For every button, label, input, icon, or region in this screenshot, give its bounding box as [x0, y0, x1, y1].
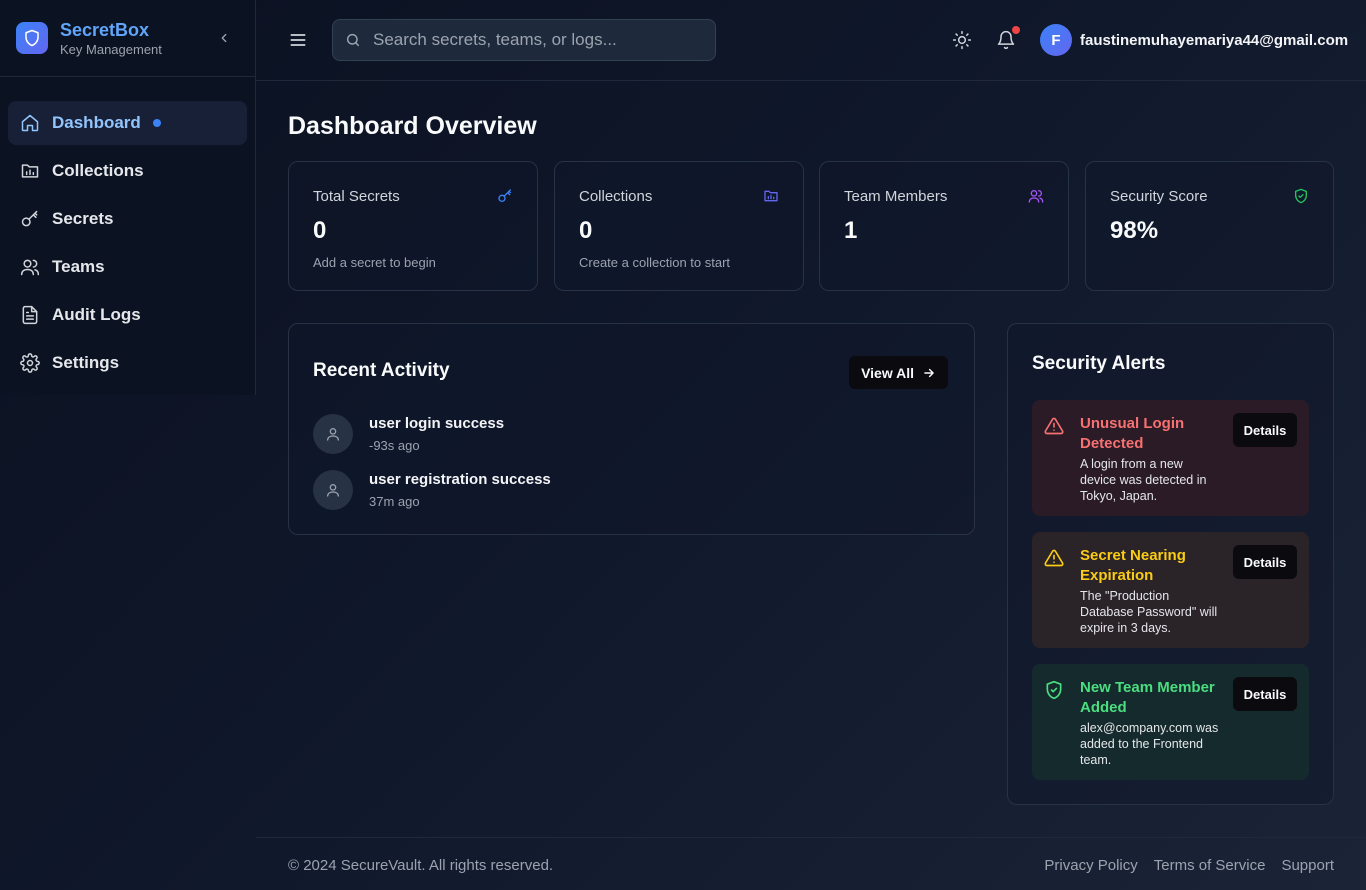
footer: © 2024 SecureVault. All rights reserved.…	[256, 837, 1366, 890]
active-indicator-dot	[152, 119, 161, 127]
alert-item-secret-expiration: Secret Nearing Expiration The "Productio…	[1032, 532, 1309, 648]
user-icon	[313, 470, 353, 510]
alert-title: New Team Member Added	[1080, 679, 1215, 716]
sidebar-item-label: Dashboard	[52, 113, 141, 132]
list-item: user login success -93s ago	[313, 414, 551, 454]
stat-card-total-secrets: Total Secrets 0 Add a secret to begin	[288, 161, 538, 291]
sidebar-item-label: Audit Logs	[52, 305, 141, 324]
stat-subtext: Create a collection to start	[579, 255, 731, 270]
activity-title: user registration success	[369, 471, 551, 488]
stat-value: 1	[844, 217, 858, 244]
stat-label: Total Secrets	[313, 188, 400, 205]
alert-item-new-team-member: New Team Member Added alex@company.com w…	[1032, 664, 1309, 780]
view-all-label: View All	[861, 364, 914, 381]
user-email: faustinemuhayemariya44@gmail.com	[1080, 31, 1349, 49]
sidebar-nav: Dashboard Collections Secrets Teams Audi…	[0, 77, 255, 385]
recent-activity-title: Recent Activity	[313, 360, 450, 381]
alert-description: alex@company.com was added to the Fronte…	[1080, 721, 1219, 767]
collapse-sidebar-chevron-left-icon[interactable]	[215, 29, 233, 47]
stat-label: Collections	[579, 188, 653, 205]
gear-icon	[20, 353, 40, 373]
shield-check-icon	[1044, 680, 1064, 700]
sidebar: SecretBox Key Management Dashboard Colle…	[0, 0, 256, 395]
brand: SecretBox Key Management	[0, 0, 255, 77]
search-icon	[345, 32, 361, 48]
warning-icon	[1044, 416, 1064, 436]
support-link[interactable]: Support	[1281, 857, 1334, 874]
sidebar-item-secrets[interactable]: Secrets	[8, 197, 247, 241]
stat-value: 0	[313, 217, 327, 244]
privacy-policy-link[interactable]: Privacy Policy	[1044, 857, 1137, 874]
alert-title: Unusual Login Detected	[1080, 415, 1185, 452]
brand-subtitle: Key Management	[60, 41, 162, 57]
details-button[interactable]: Details	[1233, 677, 1297, 711]
top-header: F faustinemuhayemariya44@gmail.com	[256, 0, 1366, 81]
activity-time: 37m ago	[369, 494, 420, 509]
footer-links: Privacy Policy Terms of Service Support	[1028, 857, 1334, 874]
avatar: F	[1040, 24, 1072, 56]
security-alerts-title: Security Alerts	[1032, 353, 1166, 374]
activity-list: user login success -93s ago user registr…	[313, 414, 551, 526]
warning-icon	[1044, 548, 1064, 568]
recent-activity-card: Recent Activity View All user login succ…	[288, 323, 975, 535]
user-icon	[313, 414, 353, 454]
users-icon	[1028, 188, 1044, 204]
terms-of-service-link[interactable]: Terms of Service	[1154, 857, 1266, 874]
key-icon	[20, 209, 40, 229]
users-icon	[20, 257, 40, 277]
sidebar-item-label: Collections	[52, 161, 144, 180]
view-all-button[interactable]: View All	[849, 356, 948, 389]
sidebar-item-audit-logs[interactable]: Audit Logs	[8, 293, 247, 337]
shield-check-icon	[1293, 188, 1309, 204]
file-text-icon	[20, 305, 40, 325]
brand-name: SecretBox	[60, 19, 150, 40]
stat-card-collections: Collections 0 Create a collection to sta…	[554, 161, 804, 291]
search-bar[interactable]	[332, 19, 716, 61]
sidebar-item-settings[interactable]: Settings	[8, 341, 247, 385]
details-button[interactable]: Details	[1233, 545, 1297, 579]
list-item: user registration success 37m ago	[313, 470, 551, 510]
arrow-right-icon	[922, 366, 936, 380]
shield-logo-icon	[16, 22, 48, 54]
stat-value: 0	[579, 217, 593, 244]
details-button[interactable]: Details	[1233, 413, 1297, 447]
hamburger-menu-icon[interactable]	[288, 30, 308, 50]
sidebar-item-label: Settings	[52, 353, 120, 372]
sidebar-item-teams[interactable]: Teams	[8, 245, 247, 289]
sidebar-item-dashboard[interactable]: Dashboard	[8, 101, 247, 145]
security-alerts-card: Security Alerts Unusual Login Detected A…	[1007, 323, 1334, 805]
stat-label: Security Score	[1110, 188, 1208, 205]
activity-time: -93s ago	[369, 438, 420, 453]
key-icon	[497, 188, 513, 204]
page-title: Dashboard Overview	[288, 112, 537, 140]
search-input[interactable]	[373, 30, 693, 50]
home-icon	[20, 113, 40, 133]
stat-card-team-members: Team Members 1	[819, 161, 1069, 291]
stat-label: Team Members	[844, 188, 948, 205]
sun-theme-toggle-icon[interactable]	[952, 30, 972, 50]
alert-description: The "Production Database Password" will …	[1080, 589, 1218, 635]
notification-badge-dot	[1012, 26, 1020, 34]
sidebar-item-label: Teams	[52, 257, 105, 276]
folder-chart-icon	[763, 188, 779, 204]
stat-subtext: Add a secret to begin	[313, 255, 436, 270]
alert-title: Secret Nearing Expiration	[1080, 547, 1186, 584]
sidebar-item-collections[interactable]: Collections	[8, 149, 247, 193]
alert-item-unusual-login: Unusual Login Detected A login from a ne…	[1032, 400, 1309, 516]
alert-description: A login from a new device was detected i…	[1080, 457, 1207, 503]
copyright-text: © 2024 SecureVault. All rights reserved.	[288, 857, 554, 874]
folder-chart-icon	[20, 161, 40, 181]
sidebar-item-label: Secrets	[52, 209, 114, 228]
user-menu[interactable]: F faustinemuhayemariya44@gmail.com	[1040, 24, 1348, 56]
stat-card-security-score: Security Score 98%	[1085, 161, 1334, 291]
activity-title: user login success	[369, 415, 505, 432]
stat-value: 98%	[1110, 217, 1159, 244]
